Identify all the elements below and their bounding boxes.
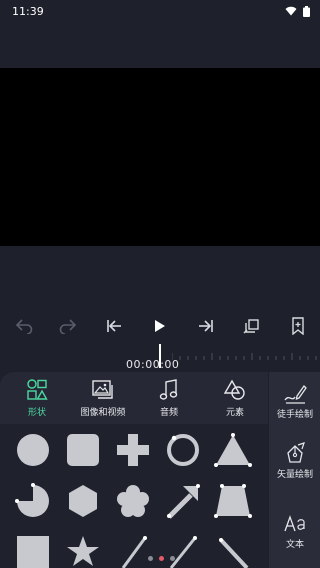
skip-to-start-icon [107, 320, 121, 332]
bookmark-button[interactable] [284, 312, 312, 340]
asset-panel: 形状 图像和视频 音频 元素 徒手绘制 矢量绘制 文本 [0, 372, 320, 568]
skip-to-end-button[interactable] [192, 312, 220, 340]
shape-arrow[interactable] [163, 481, 203, 521]
freehand-draw-icon [284, 384, 307, 404]
shape-line[interactable] [113, 532, 153, 568]
category-tabs: 形状 图像和视频 音频 元素 [0, 372, 268, 424]
tab-audio-label: 音频 [159, 408, 178, 418]
status-time: 11:39 [12, 4, 44, 18]
timecode: 00:00:00 [126, 358, 180, 371]
tab-image-video-label: 图像和视频 [80, 408, 126, 418]
battery-icon [303, 5, 310, 17]
elements-icon [223, 378, 247, 402]
vector-draw-icon [287, 442, 305, 463]
shape-star[interactable] [63, 532, 103, 568]
shape-flower[interactable] [113, 481, 153, 521]
tab-shapes[interactable]: 形状 [2, 376, 72, 422]
timeline[interactable]: 00:00:00 [0, 344, 320, 372]
undo-button[interactable] [10, 312, 38, 340]
tool-freehand-draw[interactable]: 徒手绘制 [269, 382, 320, 420]
shape-trapezoid[interactable] [213, 481, 253, 521]
shape-line[interactable] [163, 532, 203, 568]
tab-image-video[interactable]: 图像和视频 [68, 376, 138, 422]
text-icon [284, 515, 305, 532]
skip-to-end-icon [199, 320, 213, 332]
draw-tools-column: 徒手绘制 矢量绘制 文本 [268, 372, 320, 568]
shape-ring[interactable] [163, 430, 203, 470]
shape-rounded-square[interactable] [63, 430, 103, 470]
shape-diagonal-line[interactable] [213, 532, 253, 568]
bookmark-icon [292, 317, 304, 335]
tool-text[interactable]: 文本 [269, 512, 320, 550]
shape-square[interactable] [13, 532, 53, 568]
music-note-icon [157, 378, 181, 402]
page-dot-active[interactable] [159, 556, 164, 561]
wifi-icon [285, 6, 297, 16]
shape-pie[interactable] [13, 481, 53, 521]
crop-button[interactable] [238, 312, 266, 340]
skip-to-start-button[interactable] [100, 312, 128, 340]
status-bar: 11:39 [0, 0, 320, 22]
tab-shapes-label: 形状 [27, 408, 46, 418]
play-button[interactable] [146, 312, 174, 340]
preview-spacer [0, 246, 320, 306]
tool-freehand-draw-label: 徒手绘制 [276, 410, 313, 420]
video-preview[interactable] [0, 68, 320, 246]
tab-audio[interactable]: 音频 [134, 376, 204, 422]
shape-triangle[interactable] [213, 430, 253, 470]
playback-controls [0, 312, 320, 340]
undo-icon [15, 319, 33, 334]
top-bar [0, 22, 320, 68]
redo-icon [59, 319, 77, 334]
play-icon [155, 320, 165, 332]
crop-icon [243, 319, 259, 334]
page-indicator [148, 556, 175, 561]
redo-button[interactable] [54, 312, 82, 340]
tab-elements-label: 元素 [225, 408, 244, 418]
shape-plus[interactable] [113, 430, 153, 470]
shape-hexagon[interactable] [63, 481, 103, 521]
tool-text-label: 文本 [285, 540, 304, 550]
tool-vector-draw[interactable]: 矢量绘制 [269, 442, 320, 480]
page-dot[interactable] [170, 556, 175, 561]
shapes-icon [25, 378, 49, 402]
shapes-grid [0, 425, 268, 568]
image-video-icon [91, 378, 115, 402]
shape-circle[interactable] [13, 430, 53, 470]
page-dot[interactable] [148, 556, 153, 561]
tool-vector-draw-label: 矢量绘制 [276, 470, 313, 480]
tab-elements[interactable]: 元素 [200, 376, 270, 422]
